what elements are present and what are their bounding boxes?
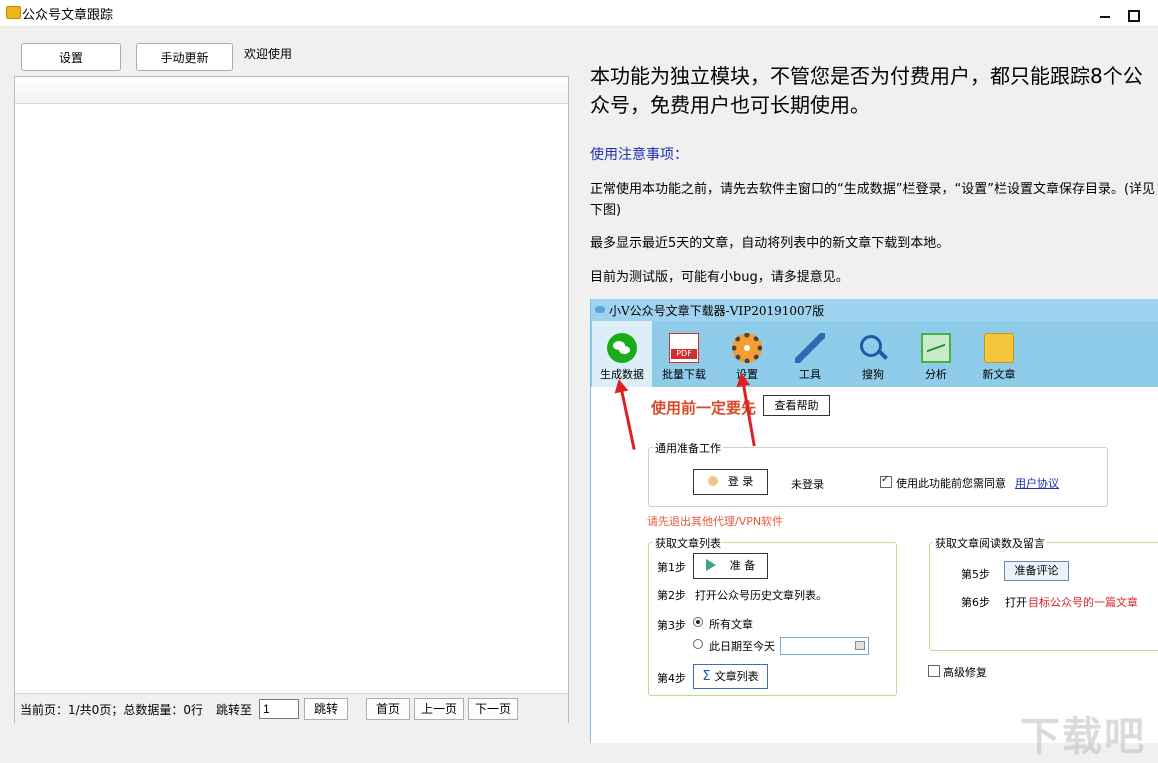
tool-label: 批量下载 (662, 368, 706, 381)
step2-text: 打开公众号历史文章列表。 (695, 589, 827, 602)
list-group-title: 获取文章列表 (653, 535, 723, 551)
advanced-fix-label: 高级修复 (943, 666, 987, 679)
cloud-icon (595, 306, 605, 313)
agree-checkbox (880, 474, 892, 488)
read-group-title: 获取文章阅读数及留言 (933, 535, 1047, 551)
radio-all-label: 所有文章 (709, 618, 753, 631)
minimize-icon[interactable] (1100, 16, 1110, 18)
title-bar (0, 0, 1158, 27)
step3-label: 第3步 (657, 619, 686, 632)
screenshot-toolbar: 生成数据 PDF 批量下载 设置 工具 搜狗 分析 新文章 (591, 321, 1158, 387)
user-icon (707, 476, 718, 486)
maximize-icon[interactable] (1128, 10, 1140, 22)
step2-label: 第2步 (657, 589, 686, 602)
welcome-text: 欢迎使用 (244, 47, 293, 61)
step5-label: 第5步 (961, 568, 990, 581)
prep-group-title: 通用准备工作 (653, 440, 723, 456)
step6-target: 目标公众号的一篇文章 (1028, 596, 1138, 609)
step1-label: 第1步 (657, 561, 686, 574)
wechat-icon (607, 333, 637, 363)
radio-date-range (693, 639, 703, 649)
book-icon (984, 333, 1014, 363)
watermark: 下载吧 (1020, 714, 1146, 760)
intro-headline: 本功能为独立模块，不管您是否为付费用户，都只能跟踪8个公众号，免费用户也可长期使… (590, 64, 1143, 117)
tool-batch-download: PDF 批量下载 (654, 321, 714, 387)
must-first-title: 使用前一定要先 (651, 399, 757, 417)
tool-tools: 工具 (780, 321, 840, 387)
agree-text: 使用此功能前您需同意 (896, 477, 1006, 490)
agreement-link: 用户协议 (1015, 477, 1059, 490)
help-screenshot: 小V公众号文章下载器-VIP20191007版 生成数据 PDF 批量下载 设置… (590, 299, 1158, 743)
date-picker (780, 637, 869, 655)
tool-new-articles: 新文章 (969, 321, 1029, 387)
pdf-icon: PDF (669, 333, 699, 363)
prepare-button: 准 备 (693, 553, 768, 579)
settings-button[interactable]: 设置 (21, 43, 121, 71)
radio-date-label: 此日期至今天 (709, 640, 775, 653)
radio-all-articles (693, 617, 703, 627)
advanced-fix-checkbox (928, 665, 940, 677)
article-list-button: Σ 文章列表 (693, 664, 768, 689)
page-number-input[interactable] (259, 699, 299, 719)
calendar-icon (855, 641, 865, 650)
prepare-label: 准 备 (729, 559, 756, 572)
article-list-label: 文章列表 (714, 670, 759, 683)
prepare-comment-button: 准备评论 (1004, 561, 1069, 581)
sigma-icon: Σ (702, 669, 711, 684)
login-button: 登 录 (693, 469, 768, 495)
jump-button[interactable]: 跳转 (304, 698, 348, 720)
view-help-button: 查看帮助 (763, 395, 830, 416)
proxy-note: 请先退出其他代理/VPN软件 (647, 515, 784, 528)
tool-label: 新文章 (982, 368, 1016, 381)
tool-label: 搜狗 (862, 368, 884, 381)
screenshot-title: 小V公众号文章下载器-VIP20191007版 (609, 304, 825, 318)
login-label: 登 录 (727, 475, 754, 488)
search-icon (858, 333, 888, 363)
tool-sogou: 搜狗 (843, 321, 903, 387)
notice-paragraph-1: 正常使用本功能之前，请先去软件主窗口的“生成数据”栏登录，“设置”栏设置文章保存… (590, 182, 1156, 218)
wrench-icon (795, 333, 825, 363)
chart-icon (921, 333, 951, 363)
window-title: 公众号文章跟踪 (22, 8, 114, 23)
step6-label: 第6步 (961, 596, 990, 609)
tool-generate-data: 生成数据 (592, 321, 652, 387)
login-status: 未登录 (791, 478, 824, 491)
manual-update-button[interactable]: 手动更新 (136, 43, 233, 71)
step6-prefix: 打开 (1005, 596, 1027, 609)
first-page-button[interactable]: 首页 (366, 698, 410, 720)
tool-label: 分析 (925, 368, 947, 381)
page-status: 当前页：1/共0页；总数据量：0行 (20, 703, 203, 717)
article-grid[interactable] (14, 76, 569, 723)
red-arrow-icon (619, 384, 636, 450)
notice-paragraph-3: 目前为测试版，可能有小bug，请多提意见。 (590, 270, 849, 285)
grid-header (15, 77, 568, 104)
notice-paragraph-2: 最多显示最近5天的文章，自动将列表中的新文章下载到本地。 (590, 236, 950, 251)
notice-title: 使用注意事项： (590, 147, 688, 163)
app-icon (6, 6, 21, 19)
step4-label: 第4步 (657, 672, 686, 685)
prev-page-button[interactable]: 上一页 (414, 698, 464, 720)
tool-label: 工具 (799, 368, 821, 381)
jump-label: 跳转至 (216, 703, 253, 717)
tool-analysis: 分析 (906, 321, 966, 387)
play-icon (705, 559, 716, 571)
gear-icon (732, 333, 762, 363)
next-page-button[interactable]: 下一页 (468, 698, 518, 720)
